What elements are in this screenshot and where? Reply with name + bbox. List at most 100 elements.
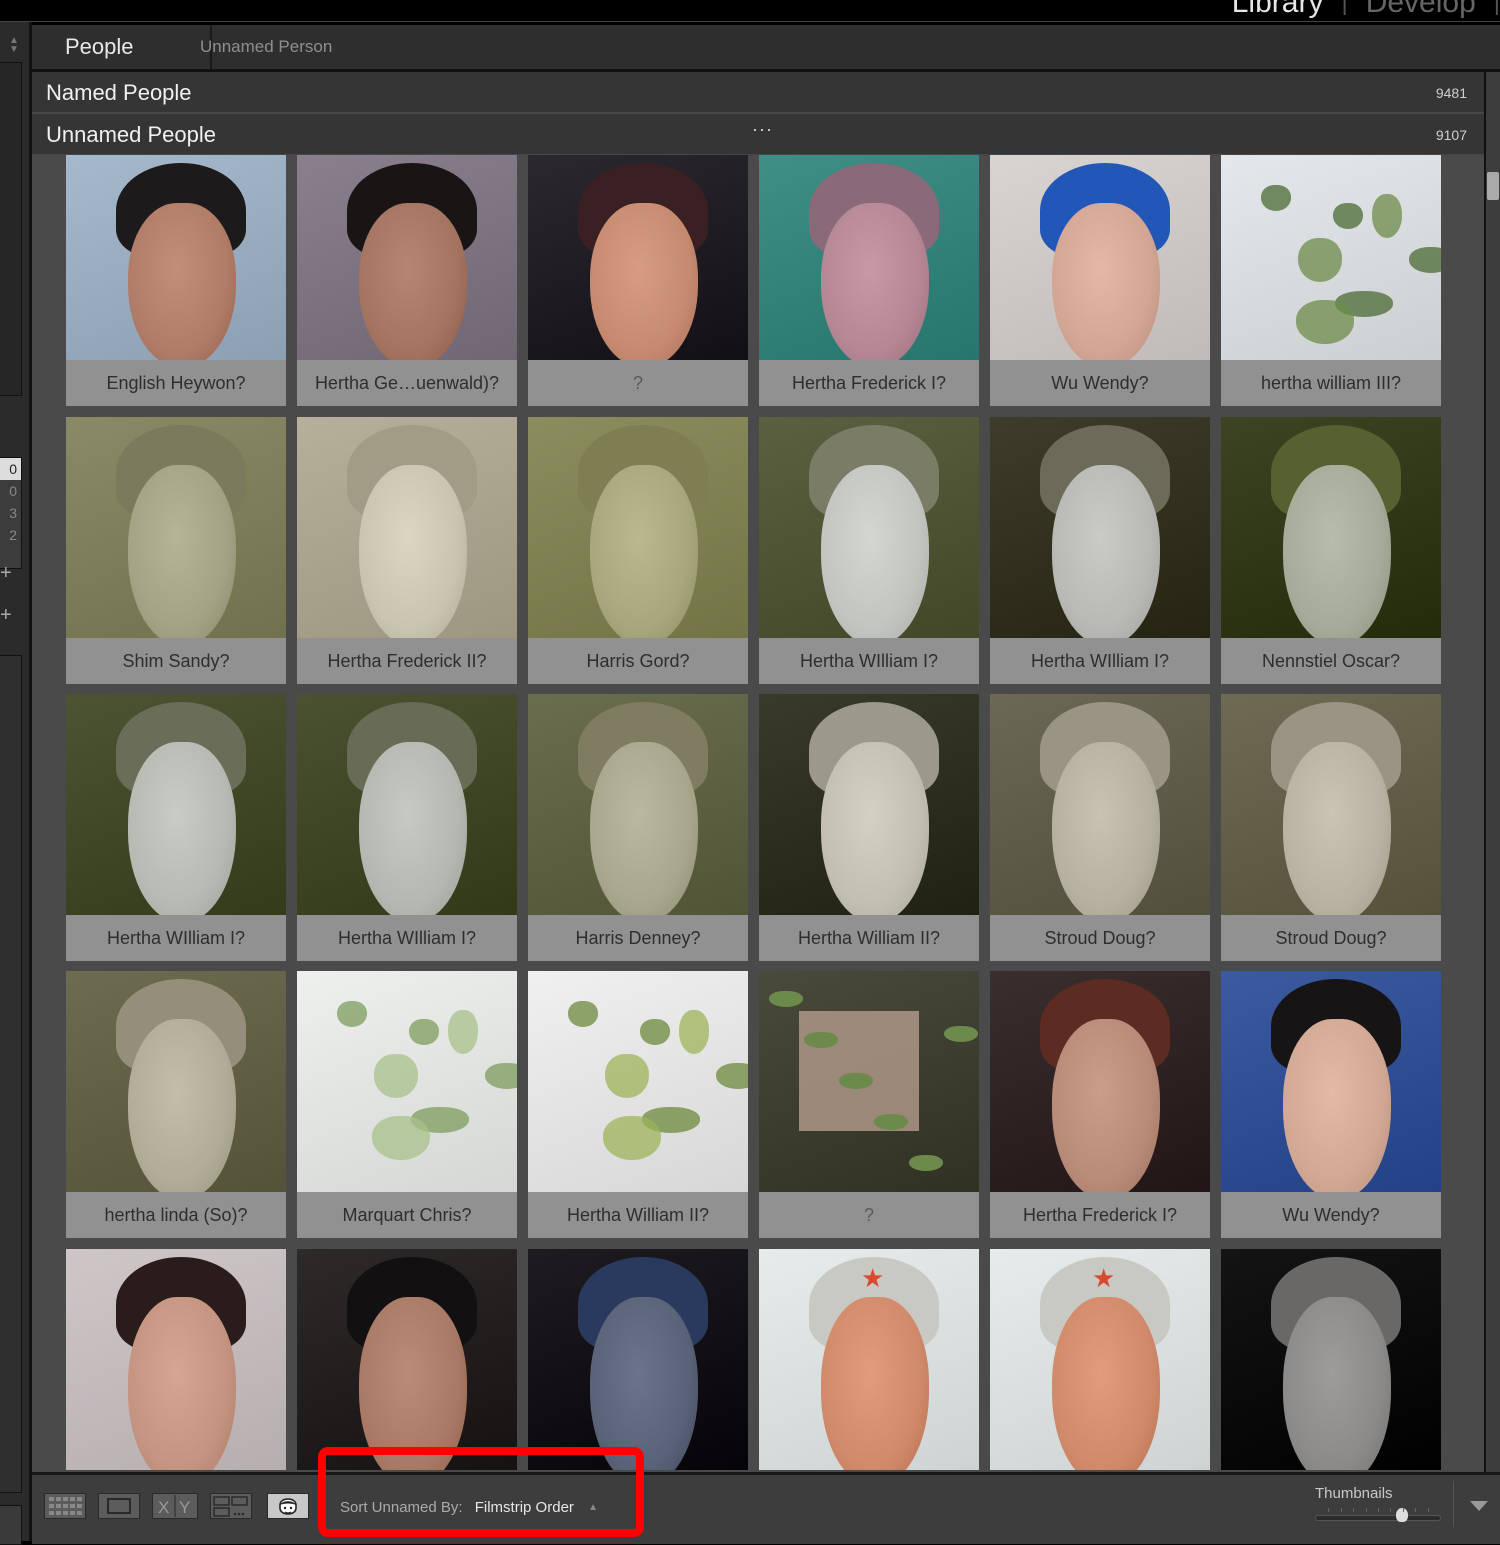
- slider-tick: [1353, 1508, 1355, 1512]
- face-name-label[interactable]: ?: [528, 360, 748, 406]
- people-view-button[interactable]: [267, 1493, 309, 1519]
- slider-tick: [1415, 1508, 1417, 1512]
- face-thumbnail[interactable]: Marquart Chris?: [297, 971, 517, 1238]
- stepper-arrows-icon[interactable]: ▲: [588, 1502, 598, 1513]
- face-thumbnail[interactable]: ★: [990, 1249, 1210, 1470]
- collection-item[interactable]: 2: [0, 524, 21, 546]
- collection-item[interactable]: 0: [0, 458, 21, 480]
- face-name-label[interactable]: Stroud Doug?: [1221, 915, 1441, 961]
- face-name-label[interactable]: Hertha Frederick II?: [297, 638, 517, 684]
- scrollbar-thumb[interactable]: [1487, 172, 1499, 200]
- face-name-label[interactable]: Hertha WIlliam I?: [66, 915, 286, 961]
- face-thumbnail[interactable]: Hertha WIlliam I?: [759, 417, 979, 684]
- face-thumbnail[interactable]: Hertha Frederick I?: [759, 155, 979, 406]
- face-photo: [66, 1249, 286, 1470]
- more-icon[interactable]: ···: [752, 108, 773, 150]
- compare-view-button[interactable]: X Y: [152, 1493, 198, 1519]
- leaf-cluster: [568, 1001, 598, 1027]
- face-thumbnail[interactable]: Hertha Frederick I?: [990, 971, 1210, 1238]
- face-thumbnail[interactable]: ?: [528, 155, 748, 406]
- face-name-label[interactable]: English Heywon?: [66, 360, 286, 406]
- face-thumbnail[interactable]: Hertha William II?: [759, 694, 979, 961]
- face-name-label[interactable]: Stroud Doug?: [990, 915, 1210, 961]
- face-photo: ★: [759, 1249, 979, 1470]
- face-name-label[interactable]: Hertha Frederick I?: [990, 1192, 1210, 1238]
- face-thumbnail[interactable]: Hertha Ge…uenwald)?: [297, 155, 517, 406]
- face-name-label[interactable]: Hertha William II?: [759, 915, 979, 961]
- face-name-label[interactable]: Hertha Frederick I?: [759, 360, 979, 406]
- face-name-label[interactable]: Shim Sandy?: [66, 638, 286, 684]
- unnamed-people-section[interactable]: Unnamed People ··· 9107: [32, 114, 1485, 156]
- face-shape: [821, 203, 929, 360]
- face-thumbnail[interactable]: ?: [759, 971, 979, 1238]
- face-thumbnail[interactable]: Wu Wendy?: [990, 155, 1210, 406]
- collection-item[interactable]: 3: [0, 502, 21, 524]
- face-thumbnail[interactable]: Harris Gord?: [528, 417, 748, 684]
- face-thumbnail[interactable]: Stroud Doug?: [990, 694, 1210, 961]
- face-photo: [528, 1249, 748, 1470]
- face-thumbnail[interactable]: Nennstiel Oscar?: [1221, 417, 1441, 684]
- face-name-label[interactable]: Marquart Chris?: [297, 1192, 517, 1238]
- face-thumbnail[interactable]: ★: [759, 1249, 979, 1470]
- face-shape: [128, 742, 236, 915]
- face-thumbnail[interactable]: English Heywon?: [66, 155, 286, 406]
- face-name-label[interactable]: Hertha William II?: [528, 1192, 748, 1238]
- face-name-label[interactable]: Hertha WIlliam I?: [759, 638, 979, 684]
- sort-value[interactable]: Filmstrip Order: [475, 1499, 574, 1516]
- loupe-view-button[interactable]: [98, 1493, 140, 1519]
- face-name-label[interactable]: Harris Gord?: [528, 638, 748, 684]
- face-thumbnail[interactable]: Hertha WIlliam I?: [297, 694, 517, 961]
- face-thumbnail[interactable]: [297, 1249, 517, 1470]
- face-thumbnail[interactable]: Hertha WIlliam I?: [66, 694, 286, 961]
- face-thumbnail[interactable]: Harris Denney?: [528, 694, 748, 961]
- loupe-icon: [107, 1498, 131, 1514]
- face-name-label[interactable]: hertha linda (So)?: [66, 1192, 286, 1238]
- face-thumbnail[interactable]: Hertha William II?: [528, 971, 748, 1238]
- slider-tick: [1328, 1508, 1330, 1512]
- toolbar-menu-triangle-icon[interactable]: [1470, 1501, 1488, 1511]
- sort-unnamed-control[interactable]: Sort Unnamed By: Filmstrip Order ▲: [340, 1499, 598, 1516]
- face-shape: [1052, 1019, 1160, 1192]
- module-library[interactable]: Library: [1214, 0, 1342, 20]
- panel-scroll-arrows-icon[interactable]: ▲ ▼: [9, 36, 19, 55]
- collection-item[interactable]: 0: [0, 480, 21, 502]
- face-thumbnail[interactable]: Shim Sandy?: [66, 417, 286, 684]
- leaf-cluster: [448, 1010, 478, 1054]
- face-photo: [297, 971, 517, 1192]
- face-name-label[interactable]: hertha william III?: [1221, 360, 1441, 406]
- survey-view-button[interactable]: [210, 1493, 252, 1519]
- add-icon[interactable]: +: [0, 562, 12, 585]
- leaf-cluster: [716, 1063, 748, 1089]
- face-thumbnail[interactable]: [66, 1249, 286, 1470]
- face-photo: [66, 155, 286, 360]
- leaf-cluster: [1296, 300, 1354, 344]
- slider-tick: [1340, 1508, 1342, 1512]
- module-develop[interactable]: Develop: [1348, 0, 1494, 20]
- breadcrumb: People Unnamed Person: [32, 25, 1500, 72]
- scrollbar[interactable]: [1484, 72, 1500, 1472]
- import-button[interactable]: [0, 1505, 22, 1545]
- face-name-label[interactable]: Hertha WIlliam I?: [990, 638, 1210, 684]
- face-name-label[interactable]: Nennstiel Oscar?: [1221, 638, 1441, 684]
- face-thumbnail[interactable]: [1221, 1249, 1441, 1470]
- breadcrumb-people[interactable]: People: [32, 25, 212, 69]
- face-thumbnail[interactable]: Stroud Doug?: [1221, 694, 1441, 961]
- grid-view-button[interactable]: [44, 1493, 86, 1519]
- face-thumbnail[interactable]: [528, 1249, 748, 1470]
- face-thumbnail[interactable]: Hertha Frederick II?: [297, 417, 517, 684]
- thumbnail-size-slider[interactable]: [1315, 1508, 1441, 1522]
- slider-knob[interactable]: [1395, 1508, 1408, 1522]
- face-thumbnail[interactable]: Hertha WIlliam I?: [990, 417, 1210, 684]
- face-thumbnail[interactable]: hertha linda (So)?: [66, 971, 286, 1238]
- face-thumbnail[interactable]: Wu Wendy?: [1221, 971, 1441, 1238]
- face-thumbnail[interactable]: hertha william III?: [1221, 155, 1441, 406]
- face-name-label[interactable]: ?: [759, 1192, 979, 1238]
- add-icon[interactable]: +: [0, 604, 12, 627]
- face-name-label[interactable]: Wu Wendy?: [1221, 1192, 1441, 1238]
- face-name-label[interactable]: Wu Wendy?: [990, 360, 1210, 406]
- face-name-label[interactable]: Hertha Ge…uenwald)?: [297, 360, 517, 406]
- face-name-label[interactable]: Hertha WIlliam I?: [297, 915, 517, 961]
- face-photo: [990, 417, 1210, 638]
- face-name-label[interactable]: Harris Denney?: [528, 915, 748, 961]
- face-shape: [359, 742, 467, 915]
